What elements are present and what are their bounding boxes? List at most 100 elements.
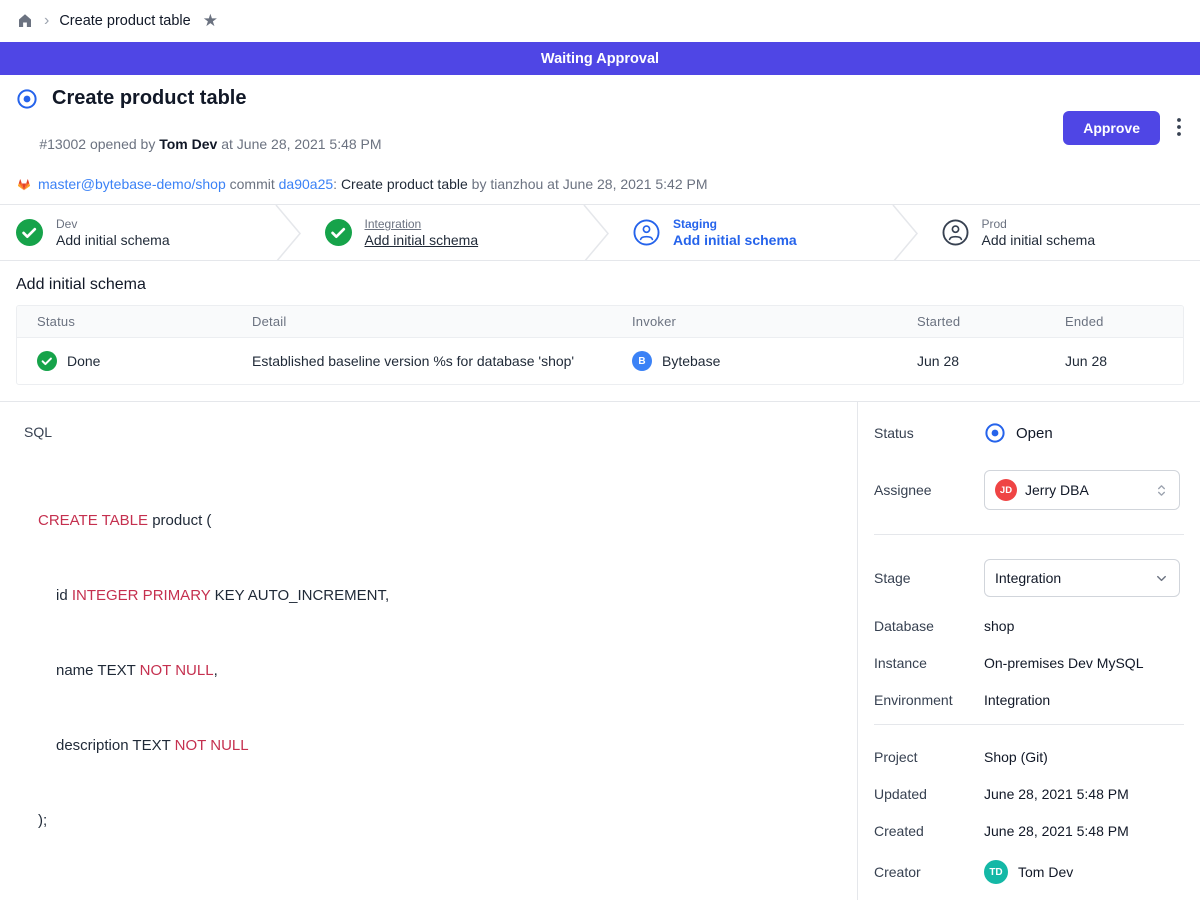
sql-code-block: CREATE TABLE product ( id INTEGER PRIMAR…: [38, 458, 833, 883]
field-updated: Updated June 28, 2021 5:48 PM: [874, 786, 1184, 802]
column-status: Status: [17, 306, 232, 337]
field-label: Stage: [874, 570, 984, 586]
git-commit-line: master@bytebase-demo/shop commit da90a25…: [16, 176, 708, 192]
issue-header: Create product table #13002 opened by To…: [0, 75, 1200, 204]
chevron-down-icon: [1154, 571, 1169, 586]
divider: [874, 724, 1184, 725]
stage-env-label: Staging: [673, 217, 797, 231]
breadcrumb-current[interactable]: Create product table: [59, 13, 190, 29]
issue-header-actions: Approve: [1063, 111, 1184, 192]
task-detail: Established baseline version %s for data…: [232, 340, 612, 382]
stage-task-label: Add initial schema: [982, 232, 1096, 248]
table-row[interactable]: Done Established baseline version %s for…: [17, 338, 1183, 384]
issue-sidebar: Status Open Assignee JD Jerry DBA Stage: [858, 402, 1200, 900]
field-label: Created: [874, 823, 984, 839]
person-circle-icon: [942, 219, 969, 246]
git-branch-link[interactable]: master@bytebase-demo/shop: [38, 176, 226, 192]
assignee-select[interactable]: JD Jerry DBA: [984, 470, 1180, 510]
stage-env-label: Dev: [56, 217, 170, 231]
instance-value[interactable]: On-premises Dev MySQL: [984, 655, 1143, 671]
task-ended: Jun 28: [1045, 340, 1183, 382]
created-value: June 28, 2021 5:48 PM: [984, 823, 1129, 839]
check-circle-icon: [325, 219, 352, 246]
sql-line: name TEXT NOT NULL,: [38, 658, 833, 683]
field-status: Status Open: [874, 422, 1184, 444]
field-assignee: Assignee JD Jerry DBA: [874, 470, 1184, 510]
person-circle-icon: [633, 219, 660, 246]
issue-meta: #13002 opened by Tom Dev at June 28, 202…: [16, 120, 708, 168]
creator-value: Tom Dev: [1018, 864, 1073, 880]
check-circle-icon: [16, 219, 43, 246]
field-creator: Creator TD Tom Dev: [874, 860, 1184, 884]
sql-line: );: [38, 808, 833, 833]
issue-header-left: Create product table #13002 opened by To…: [16, 87, 708, 192]
avatar: TD: [984, 860, 1008, 884]
task-started: Jun 28: [897, 340, 1045, 382]
star-icon[interactable]: ★: [203, 11, 218, 31]
stage-env-label: Prod: [982, 217, 1096, 231]
project-value[interactable]: Shop (Git): [984, 749, 1048, 765]
field-label: Project: [874, 749, 984, 765]
open-status-icon: [984, 422, 1006, 444]
git-commit-hash-link[interactable]: da90a25: [279, 176, 334, 192]
updated-value: June 28, 2021 5:48 PM: [984, 786, 1129, 802]
gitlab-icon: [16, 176, 32, 192]
main-column: SQL CREATE TABLE product ( id INTEGER PR…: [0, 402, 858, 900]
status-value: Open: [1016, 425, 1053, 442]
task-table: Status Detail Invoker Started Ended Done…: [16, 305, 1184, 385]
assignee-value: Jerry DBA: [1025, 482, 1146, 498]
approve-button[interactable]: Approve: [1063, 111, 1160, 145]
stage-task-label: Add initial schema: [365, 232, 479, 248]
task-invoker: Bytebase: [662, 353, 720, 369]
git-separator: :: [333, 176, 341, 192]
issue-title: Create product table: [52, 87, 246, 110]
field-label: Environment: [874, 692, 984, 708]
stage-integration[interactable]: Integration Add initial schema: [301, 205, 584, 260]
git-commit-word: commit: [226, 176, 279, 192]
status-banner-text: Waiting Approval: [541, 51, 659, 67]
field-instance: Instance On-premises Dev MySQL: [874, 655, 1184, 671]
sql-line: description TEXT NOT NULL: [38, 733, 833, 758]
open-status-icon: [16, 88, 38, 110]
field-environment: Environment Integration: [874, 692, 1184, 708]
breadcrumb-chevron-icon: ›: [44, 12, 49, 30]
field-label: Instance: [874, 655, 984, 671]
stage-prod[interactable]: Prod Add initial schema: [918, 205, 1200, 260]
check-circle-icon: [37, 351, 57, 371]
stage-select[interactable]: Integration: [984, 559, 1180, 597]
lower-panel: SQL CREATE TABLE product ( id INTEGER PR…: [0, 401, 1200, 900]
sql-line: id INTEGER PRIMARY KEY AUTO_INCREMENT,: [38, 583, 833, 608]
stage-dev[interactable]: Dev Add initial schema: [16, 205, 275, 260]
stage-task-label: Add initial schema: [673, 232, 797, 248]
field-label: Database: [874, 618, 984, 634]
breadcrumb: › Create product table ★: [0, 0, 1200, 42]
field-created: Created June 28, 2021 5:48 PM: [874, 823, 1184, 839]
status-banner: Waiting Approval: [0, 42, 1200, 75]
task-status: Done: [67, 353, 100, 369]
task-table-header: Status Detail Invoker Started Ended: [17, 306, 1183, 338]
field-label: Assignee: [874, 482, 984, 498]
stage-staging[interactable]: Staging Add initial schema: [609, 205, 892, 260]
field-stage: Stage Integration: [874, 559, 1184, 597]
column-ended: Ended: [1045, 306, 1183, 337]
divider: [874, 534, 1184, 535]
stage-separator: [275, 205, 301, 261]
git-commit-message: Create product table: [341, 176, 468, 192]
database-value[interactable]: shop: [984, 618, 1014, 634]
stage-value: Integration: [995, 570, 1146, 586]
home-icon[interactable]: [16, 12, 34, 30]
stage-task-label: Add initial schema: [56, 232, 170, 248]
column-started: Started: [897, 306, 1045, 337]
issue-time: at June 28, 2021 5:48 PM: [217, 136, 381, 152]
environment-value[interactable]: Integration: [984, 692, 1050, 708]
stage-pipeline: Dev Add initial schema Integration Add i…: [0, 204, 1200, 261]
stage-env-label: Integration: [365, 217, 479, 231]
kebab-menu-icon[interactable]: [1174, 111, 1184, 143]
column-detail: Detail: [232, 306, 612, 337]
field-project: Project Shop (Git): [874, 749, 1184, 765]
field-database: Database shop: [874, 618, 1184, 634]
stage-separator: [583, 205, 609, 261]
field-label: Updated: [874, 786, 984, 802]
stage-separator: [892, 205, 918, 261]
issue-author: Tom Dev: [159, 136, 217, 152]
